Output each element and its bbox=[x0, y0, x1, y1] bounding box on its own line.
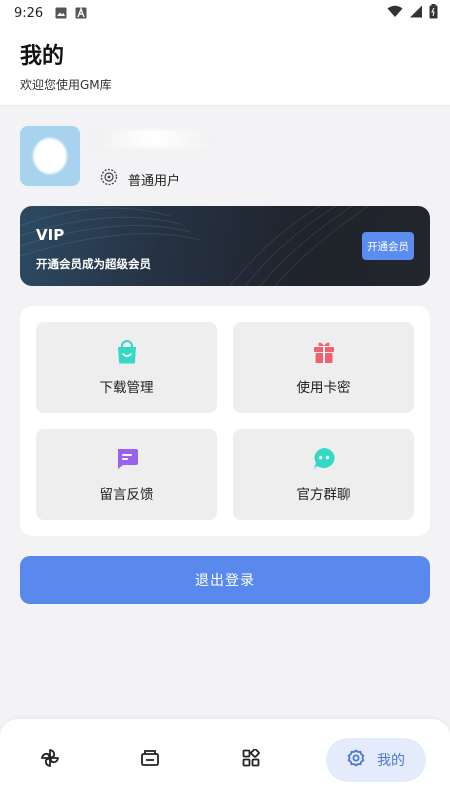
open-vip-button[interactable]: 开通会员 bbox=[362, 232, 414, 260]
official-group-chat-tile[interactable]: 官方群聊 bbox=[233, 429, 414, 520]
page-header: 我的 欢迎您使用GM库 bbox=[0, 26, 450, 106]
gear-icon bbox=[347, 749, 365, 771]
page-title: 我的 bbox=[20, 44, 65, 69]
status-bar: 9:26 bbox=[0, 0, 450, 26]
tile-label: 下载管理 bbox=[99, 380, 154, 396]
vip-title: VIP bbox=[36, 226, 65, 244]
gift-icon bbox=[313, 339, 335, 365]
a-letter-icon bbox=[75, 7, 87, 19]
avatar[interactable] bbox=[20, 126, 80, 186]
nav-home[interactable] bbox=[34, 743, 66, 777]
chat-face-icon bbox=[312, 446, 336, 472]
nav-mine[interactable]: 我的 bbox=[326, 738, 426, 782]
nav-apps[interactable] bbox=[235, 743, 267, 777]
image-icon bbox=[55, 7, 67, 19]
user-level-label: 普通用户 bbox=[128, 173, 181, 189]
signal-icon bbox=[409, 5, 423, 22]
nav-mine-label: 我的 bbox=[377, 753, 405, 769]
message-icon bbox=[115, 446, 139, 472]
ticket-icon bbox=[140, 749, 160, 771]
tile-label: 留言反馈 bbox=[99, 487, 154, 503]
use-card-code-tile[interactable]: 使用卡密 bbox=[233, 322, 414, 413]
pinwheel-icon bbox=[40, 748, 60, 772]
nav-tickets[interactable] bbox=[134, 743, 166, 777]
page-subtitle: 欢迎您使用GM库 bbox=[20, 78, 112, 92]
bottom-nav: 我的 bbox=[0, 719, 450, 800]
tile-label: 使用卡密 bbox=[296, 380, 351, 396]
username-redacted bbox=[92, 130, 212, 148]
user-level: 普通用户 bbox=[100, 168, 180, 190]
status-time: 9:26 bbox=[14, 5, 44, 21]
feedback-tile[interactable]: 留言反馈 bbox=[36, 429, 217, 520]
logout-button[interactable]: 退出登录 bbox=[20, 556, 430, 604]
vip-description: 开通会员成为超级会员 bbox=[36, 257, 151, 271]
shopping-bag-icon bbox=[116, 339, 138, 365]
download-manager-tile[interactable]: 下载管理 bbox=[36, 322, 217, 413]
level-badge-icon bbox=[100, 168, 118, 190]
wifi-icon bbox=[387, 5, 403, 22]
tile-label: 官方群聊 bbox=[296, 487, 351, 503]
battery-icon bbox=[429, 3, 438, 23]
vip-card: VIP 开通会员成为超级会员 开通会员 bbox=[20, 206, 430, 286]
feature-grid: 下载管理 使用卡密 留言反馈 官方群聊 bbox=[20, 306, 430, 536]
apps-grid-icon bbox=[242, 748, 260, 771]
